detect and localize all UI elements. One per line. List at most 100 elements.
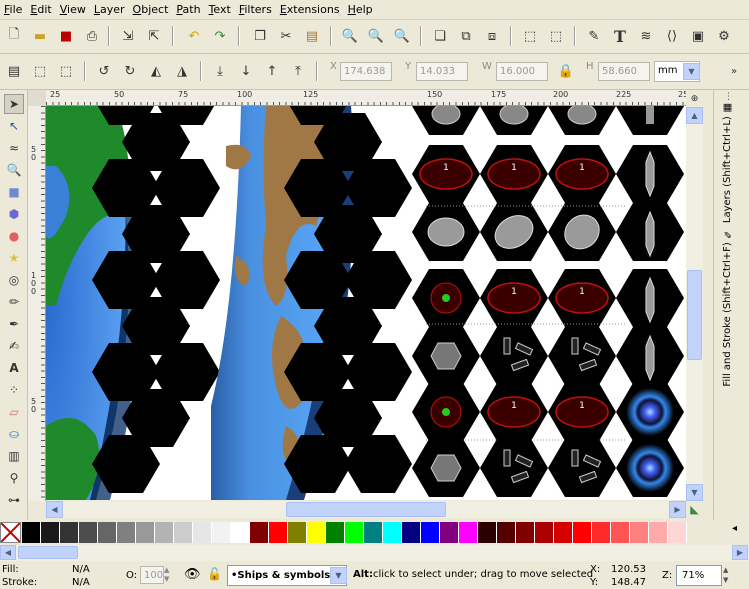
gradient-tool-icon[interactable]: ▥ <box>4 446 24 466</box>
color-swatch[interactable] <box>250 522 269 543</box>
w-field[interactable]: 16.000 <box>496 62 548 81</box>
deselect-icon[interactable]: ⬚ <box>56 61 76 81</box>
text-tool-icon[interactable]: A <box>4 358 24 378</box>
drawing-canvas[interactable]: 1 1 1 1 1 1 1 <box>46 106 686 500</box>
3d-box-tool-icon[interactable]: ⬢ <box>4 204 24 224</box>
import-icon[interactable]: ⇲ <box>118 26 138 46</box>
rotate-cw-icon[interactable]: ↻ <box>120 61 140 81</box>
duplicate-icon[interactable]: ❏ <box>430 26 450 46</box>
text-font-icon[interactable]: T <box>610 26 630 46</box>
bucket-tool-icon[interactable]: ⛀ <box>4 424 24 444</box>
selector-tool-icon[interactable]: ➤ <box>4 94 24 114</box>
raise-to-top-icon[interactable]: ⤒ <box>288 61 308 81</box>
save-icon[interactable]: ■ <box>56 26 76 46</box>
palette-scroll-left-icon[interactable]: ◀ <box>0 545 16 560</box>
color-swatch[interactable] <box>421 522 440 543</box>
counter-sheet[interactable]: 1 1 1 1 1 1 1 <box>412 106 684 497</box>
x-field[interactable]: 174.638 <box>340 62 392 81</box>
color-swatch[interactable] <box>307 522 326 543</box>
zoom-spinner-icon[interactable]: ▲ ▼ <box>723 565 733 586</box>
horizontal-scrollbar[interactable]: ◀ ▶ <box>46 501 686 518</box>
zoom-drawing-icon[interactable]: 🔍 <box>366 26 386 46</box>
color-swatch[interactable] <box>269 522 288 543</box>
color-swatch[interactable] <box>592 522 611 543</box>
lower-icon[interactable]: ↓ <box>236 61 256 81</box>
color-mode-icon[interactable]: ◣ <box>686 501 703 518</box>
redo-icon[interactable]: ↷ <box>210 26 230 46</box>
undo-icon[interactable]: ↶ <box>184 26 204 46</box>
chevron-down-icon[interactable]: ▼ <box>330 567 347 584</box>
color-swatch[interactable] <box>554 522 573 543</box>
palette-scroll-right-icon[interactable]: ▶ <box>732 545 748 560</box>
rectangle-tool-icon[interactable]: ■ <box>4 182 24 202</box>
color-swatch[interactable] <box>174 522 193 543</box>
menu-filters[interactable]: Filters <box>235 0 276 16</box>
scroll-left-icon[interactable]: ◀ <box>46 501 63 518</box>
menu-view[interactable]: View <box>56 0 90 16</box>
palette-scrollbar[interactable]: ◀ ▶ <box>0 545 749 561</box>
export-icon[interactable]: ⇱ <box>144 26 164 46</box>
flip-vertical-icon[interactable]: ◮ <box>172 61 192 81</box>
eraser-tool-icon[interactable]: ▱ <box>4 402 24 422</box>
palette-menu-icon[interactable]: ◂ <box>732 523 737 534</box>
opacity-field[interactable]: 100 <box>140 566 164 584</box>
scroll-right-icon[interactable]: ▶ <box>669 501 686 518</box>
color-swatch[interactable] <box>649 522 668 543</box>
unlink-clone-icon[interactable]: ⧈ <box>482 26 502 46</box>
color-swatch[interactable] <box>212 522 231 543</box>
vertical-scroll-thumb[interactable] <box>687 270 702 360</box>
dropper-tool-icon[interactable]: ⚲ <box>4 468 24 488</box>
node-tool-icon[interactable]: ↖ <box>4 116 24 136</box>
connector-tool-icon[interactable]: ⊶ <box>4 490 24 510</box>
fill-stroke-icon[interactable]: ✎ <box>584 26 604 46</box>
star-tool-icon[interactable]: ★ <box>4 248 24 268</box>
ellipse-tool-icon[interactable]: ● <box>4 226 24 246</box>
align-distribute-icon[interactable]: ▣ <box>688 26 708 46</box>
zoom-field[interactable]: 71% <box>676 565 722 586</box>
color-swatch[interactable] <box>497 522 516 543</box>
horizontal-scroll-thumb[interactable] <box>286 502 446 517</box>
menu-extensions[interactable]: Extensions <box>276 0 344 16</box>
zoom-corner-icon[interactable]: ⊕ <box>686 90 703 107</box>
color-swatch[interactable] <box>573 522 592 543</box>
visibility-eye-icon[interactable]: 👁 <box>184 567 201 582</box>
menu-help[interactable]: Help <box>344 0 377 16</box>
zoom-page-icon[interactable]: 🔍 <box>392 26 412 46</box>
layer-select[interactable]: •Ships & symbols <box>227 565 347 586</box>
h-field[interactable]: 58.660 <box>598 62 650 81</box>
chevron-down-icon[interactable]: ▼ <box>683 63 700 80</box>
color-swatch[interactable] <box>440 522 459 543</box>
flip-horizontal-icon[interactable]: ◭ <box>146 61 166 81</box>
ungroup-icon[interactable]: ⬚ <box>546 26 566 46</box>
menu-path[interactable]: Path <box>172 0 204 16</box>
color-swatch[interactable] <box>22 522 41 543</box>
raise-icon[interactable]: ↑ <box>262 61 282 81</box>
dock-handle-icon[interactable]: ⋮ <box>724 92 733 102</box>
color-swatch[interactable] <box>193 522 212 543</box>
print-icon[interactable]: ⎙ <box>82 26 102 46</box>
paste-icon[interactable]: ▤ <box>302 26 322 46</box>
tab-layers[interactable]: Layers (Shift+Ctrl+L) ▦ <box>722 102 733 223</box>
color-swatch[interactable] <box>79 522 98 543</box>
color-swatch[interactable] <box>516 522 535 543</box>
tweak-tool-icon[interactable]: ≈ <box>4 138 24 158</box>
pen-tool-icon[interactable]: ✒ <box>4 314 24 334</box>
menu-text[interactable]: Text <box>205 0 235 16</box>
overflow-icon[interactable]: » <box>724 61 744 81</box>
color-swatch[interactable] <box>288 522 307 543</box>
color-swatch[interactable] <box>611 522 630 543</box>
new-document-icon[interactable]: 🗋 <box>4 26 24 46</box>
opacity-spinner-icon[interactable]: ▲ ▼ <box>164 566 174 584</box>
lock-icon[interactable]: 🔒 <box>556 61 576 81</box>
color-swatch[interactable] <box>402 522 421 543</box>
preferences-icon[interactable]: ⚙ <box>714 26 734 46</box>
y-field[interactable]: 14.033 <box>416 62 468 81</box>
color-swatch[interactable] <box>98 522 117 543</box>
color-swatch[interactable] <box>41 522 60 543</box>
select-all-icon[interactable]: ▤ <box>4 61 24 81</box>
color-swatch[interactable] <box>630 522 649 543</box>
spiral-tool-icon[interactable]: ◎ <box>4 270 24 290</box>
color-swatch[interactable] <box>364 522 383 543</box>
color-swatch[interactable] <box>535 522 554 543</box>
scroll-down-icon[interactable]: ▼ <box>686 484 703 501</box>
